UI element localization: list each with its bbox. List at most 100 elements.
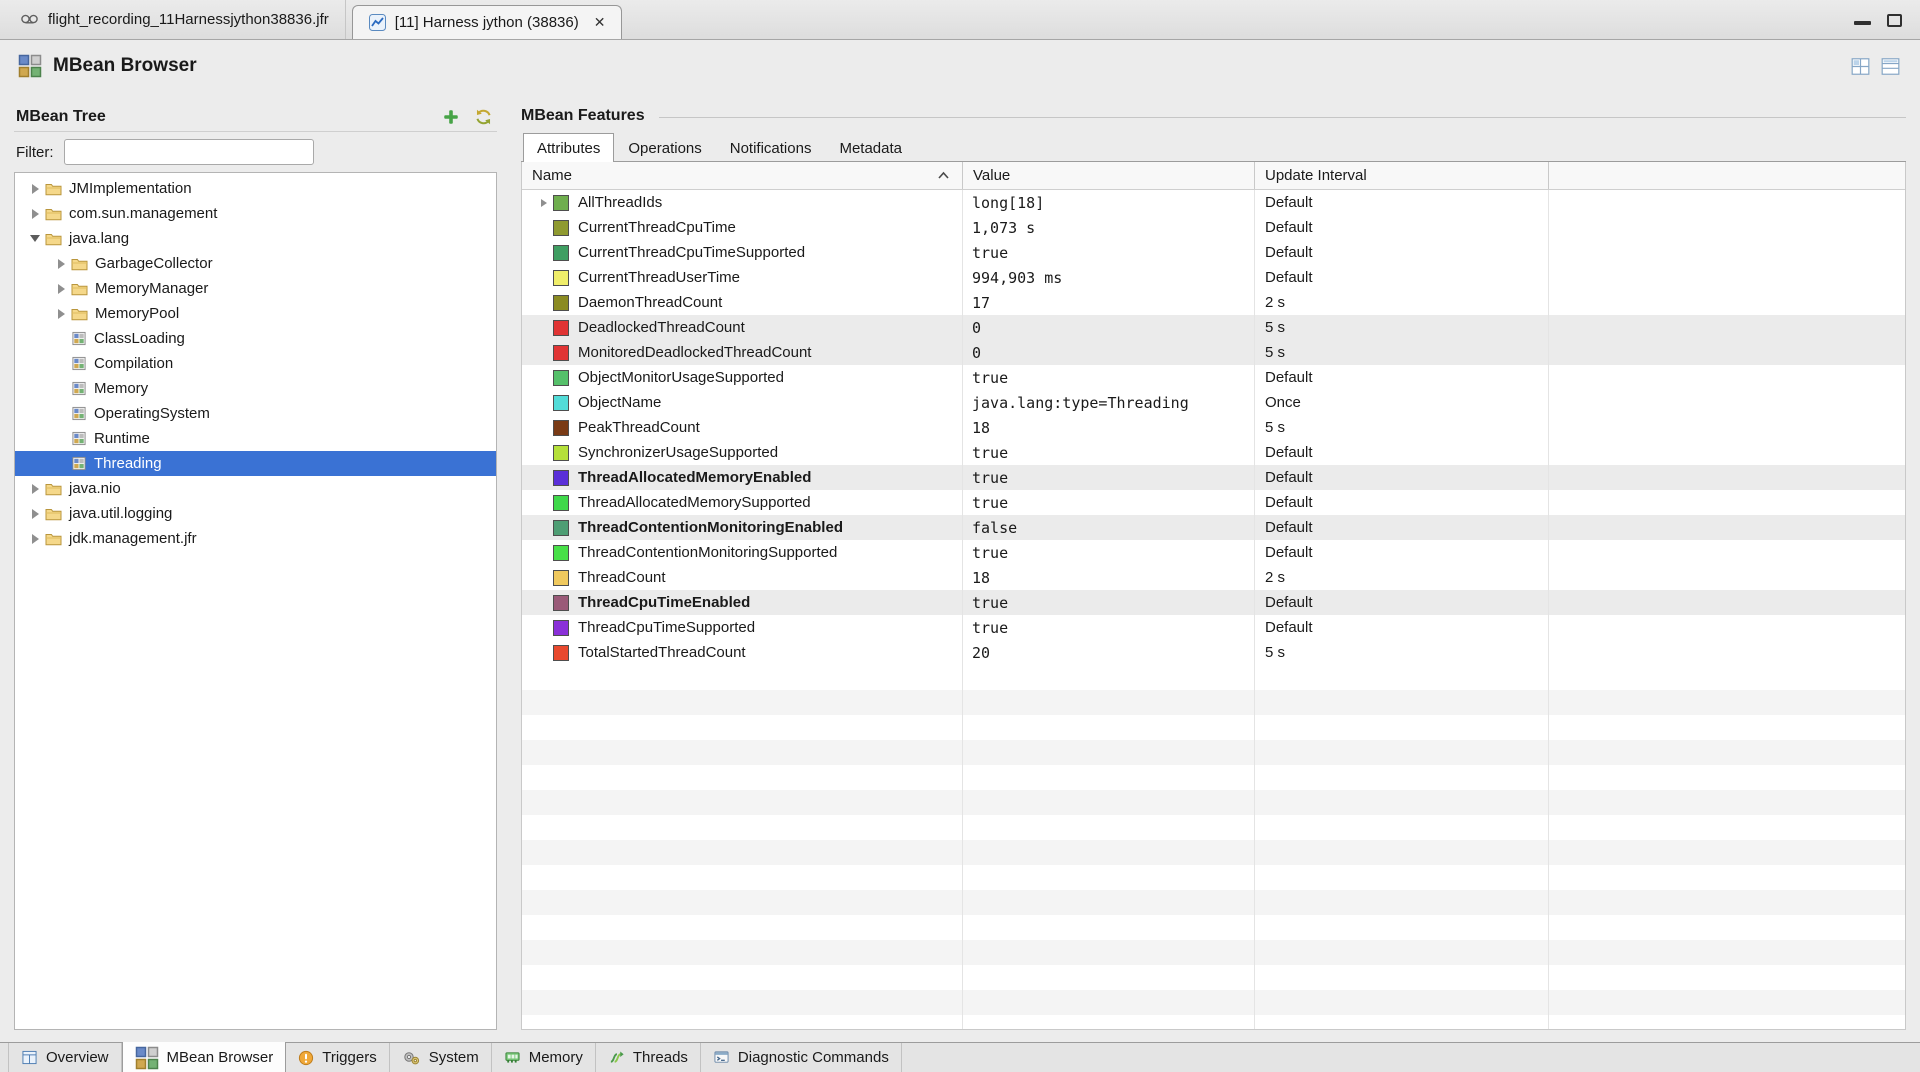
attribute-name-cell[interactable]: ThreadAllocatedMemorySupported — [522, 490, 963, 515]
bottom-tab-overview[interactable]: Overview — [8, 1043, 122, 1072]
attribute-update-interval-cell[interactable]: Default — [1255, 490, 1549, 515]
attribute-name-cell[interactable]: AllThreadIds — [522, 190, 963, 215]
table-row-threadcputimesupported[interactable]: ThreadCpuTimeSupportedtrueDefault — [522, 615, 1905, 640]
attribute-update-interval-cell[interactable]: Default — [1255, 465, 1549, 490]
tab-operations[interactable]: Operations — [614, 134, 715, 161]
attribute-update-interval-cell[interactable]: Default — [1255, 615, 1549, 640]
table-row-currentthreadcputime[interactable]: CurrentThreadCpuTime1,073 sDefault — [522, 215, 1905, 240]
tree-item-memorypool[interactable]: MemoryPool — [15, 301, 496, 326]
attribute-value-cell[interactable]: 994,903 ms — [963, 265, 1255, 290]
attribute-name-cell[interactable]: ThreadAllocatedMemoryEnabled — [522, 465, 963, 490]
table-row-synchronizerusagesupported[interactable]: SynchronizerUsageSupportedtrueDefault — [522, 440, 1905, 465]
attribute-update-interval-cell[interactable]: Default — [1255, 590, 1549, 615]
tree-item-jdk-management-jfr[interactable]: jdk.management.jfr — [15, 526, 496, 551]
attribute-update-interval-cell[interactable]: Default — [1255, 540, 1549, 565]
attribute-value-cell[interactable]: 20 — [963, 640, 1255, 665]
tree-item-garbagecollector[interactable]: GarbageCollector — [15, 251, 496, 276]
table-row-threadcputimeenabled[interactable]: ThreadCpuTimeEnabledtrueDefault — [522, 590, 1905, 615]
attribute-value-cell[interactable]: 18 — [963, 565, 1255, 590]
attribute-name-cell[interactable]: SynchronizerUsageSupported — [522, 440, 963, 465]
expand-arrow-icon[interactable] — [534, 199, 553, 207]
bottom-tab-mbean-browser[interactable]: MBean Browser — [122, 1042, 287, 1072]
attribute-name-cell[interactable]: DaemonThreadCount — [522, 290, 963, 315]
attribute-name-cell[interactable]: ThreadContentionMonitoringSupported — [522, 540, 963, 565]
expand-arrow-icon[interactable] — [53, 259, 69, 269]
column-header-update-interval[interactable]: Update Interval — [1255, 162, 1549, 189]
attribute-name-cell[interactable]: ThreadCpuTimeSupported — [522, 615, 963, 640]
attribute-name-cell[interactable]: ThreadCpuTimeEnabled — [522, 590, 963, 615]
attribute-name-cell[interactable]: ObjectName — [522, 390, 963, 415]
window-tab[interactable]: [11] Harness jython (38836)✕ — [352, 5, 623, 39]
attribute-name-cell[interactable]: DeadlockedThreadCount — [522, 315, 963, 340]
attribute-value-cell[interactable]: true — [963, 465, 1255, 490]
expand-arrow-icon[interactable] — [27, 534, 43, 544]
attribute-update-interval-cell[interactable]: 5 s — [1255, 340, 1549, 365]
column-settings-button[interactable] — [1878, 54, 1902, 78]
attribute-update-interval-cell[interactable]: 2 s — [1255, 565, 1549, 590]
attribute-value-cell[interactable]: 1,073 s — [963, 215, 1255, 240]
tree-item-java-lang[interactable]: java.lang — [15, 226, 496, 251]
attribute-value-cell[interactable]: true — [963, 240, 1255, 265]
attribute-value-cell[interactable]: java.lang:type=Threading — [963, 390, 1255, 415]
table-row-threadcontentionmonitoringenabled[interactable]: ThreadContentionMonitoringEnabledfalseDe… — [522, 515, 1905, 540]
bottom-tab-system[interactable]: System — [390, 1043, 492, 1072]
attribute-value-cell[interactable]: long[18] — [963, 190, 1255, 215]
tree-item-java-nio[interactable]: java.nio — [15, 476, 496, 501]
attribute-name-cell[interactable]: ThreadCount — [522, 565, 963, 590]
tree-item-operatingsystem[interactable]: OperatingSystem — [15, 401, 496, 426]
tree-item-runtime[interactable]: Runtime — [15, 426, 496, 451]
attribute-update-interval-cell[interactable]: 5 s — [1255, 640, 1549, 665]
table-row-monitoreddeadlockedthreadcount[interactable]: MonitoredDeadlockedThreadCount05 s — [522, 340, 1905, 365]
expand-arrow-icon[interactable] — [27, 209, 43, 219]
attribute-update-interval-cell[interactable]: Default — [1255, 265, 1549, 290]
tree-item-com-sun-management[interactable]: com.sun.management — [15, 201, 496, 226]
attribute-value-cell[interactable]: 18 — [963, 415, 1255, 440]
bottom-tab-triggers[interactable]: Triggers — [286, 1043, 389, 1072]
attribute-update-interval-cell[interactable]: Default — [1255, 440, 1549, 465]
column-header-value[interactable]: Value — [963, 162, 1255, 189]
attribute-name-cell[interactable]: ThreadContentionMonitoringEnabled — [522, 515, 963, 540]
minimize-button[interactable] — [1854, 21, 1871, 25]
table-settings-button[interactable] — [1848, 54, 1872, 78]
expand-arrow-icon[interactable] — [27, 484, 43, 494]
attribute-value-cell[interactable]: false — [963, 515, 1255, 540]
attribute-name-cell[interactable]: PeakThreadCount — [522, 415, 963, 440]
tree-item-jmimplementation[interactable]: JMImplementation — [15, 176, 496, 201]
tree-item-classloading[interactable]: ClassLoading — [15, 326, 496, 351]
attribute-value-cell[interactable]: 0 — [963, 315, 1255, 340]
attribute-update-interval-cell[interactable]: Default — [1255, 215, 1549, 240]
attribute-name-cell[interactable]: ObjectMonitorUsageSupported — [522, 365, 963, 390]
attribute-value-cell[interactable]: true — [963, 440, 1255, 465]
tree-item-memory[interactable]: Memory — [15, 376, 496, 401]
attribute-update-interval-cell[interactable]: Default — [1255, 240, 1549, 265]
maximize-button[interactable] — [1887, 14, 1902, 27]
collapse-arrow-icon[interactable] — [27, 235, 43, 242]
tree-item-threading[interactable]: Threading — [15, 451, 496, 476]
table-row-allthreadids[interactable]: AllThreadIdslong[18]Default — [522, 190, 1905, 215]
expand-arrow-icon[interactable] — [53, 284, 69, 294]
table-row-currentthreadusertime[interactable]: CurrentThreadUserTime994,903 msDefault — [522, 265, 1905, 290]
attribute-update-interval-cell[interactable]: 2 s — [1255, 290, 1549, 315]
table-row-totalstartedthreadcount[interactable]: TotalStartedThreadCount205 s — [522, 640, 1905, 665]
add-mbean-button[interactable] — [439, 105, 463, 129]
attribute-name-cell[interactable]: TotalStartedThreadCount — [522, 640, 963, 665]
tab-attributes[interactable]: Attributes — [523, 133, 614, 162]
attribute-value-cell[interactable]: true — [963, 490, 1255, 515]
table-row-objectmonitorusagesupported[interactable]: ObjectMonitorUsageSupportedtrueDefault — [522, 365, 1905, 390]
tab-metadata[interactable]: Metadata — [825, 134, 916, 161]
attribute-update-interval-cell[interactable]: Default — [1255, 515, 1549, 540]
bottom-tab-threads[interactable]: Threads — [596, 1043, 701, 1072]
table-row-threadcontentionmonitoringsupported[interactable]: ThreadContentionMonitoringSupportedtrueD… — [522, 540, 1905, 565]
attribute-name-cell[interactable]: CurrentThreadUserTime — [522, 265, 963, 290]
attribute-value-cell[interactable]: true — [963, 615, 1255, 640]
attribute-update-interval-cell[interactable]: 5 s — [1255, 315, 1549, 340]
attribute-update-interval-cell[interactable]: Default — [1255, 190, 1549, 215]
refresh-button[interactable] — [471, 105, 495, 129]
attribute-name-cell[interactable]: MonitoredDeadlockedThreadCount — [522, 340, 963, 365]
table-row-threadallocatedmemorysupported[interactable]: ThreadAllocatedMemorySupportedtrueDefaul… — [522, 490, 1905, 515]
table-row-currentthreadcputimesupported[interactable]: CurrentThreadCpuTimeSupportedtrueDefault — [522, 240, 1905, 265]
attribute-value-cell[interactable]: 0 — [963, 340, 1255, 365]
tree-item-java-util-logging[interactable]: java.util.logging — [15, 501, 496, 526]
attribute-value-cell[interactable]: true — [963, 590, 1255, 615]
attribute-update-interval-cell[interactable]: Default — [1255, 365, 1549, 390]
